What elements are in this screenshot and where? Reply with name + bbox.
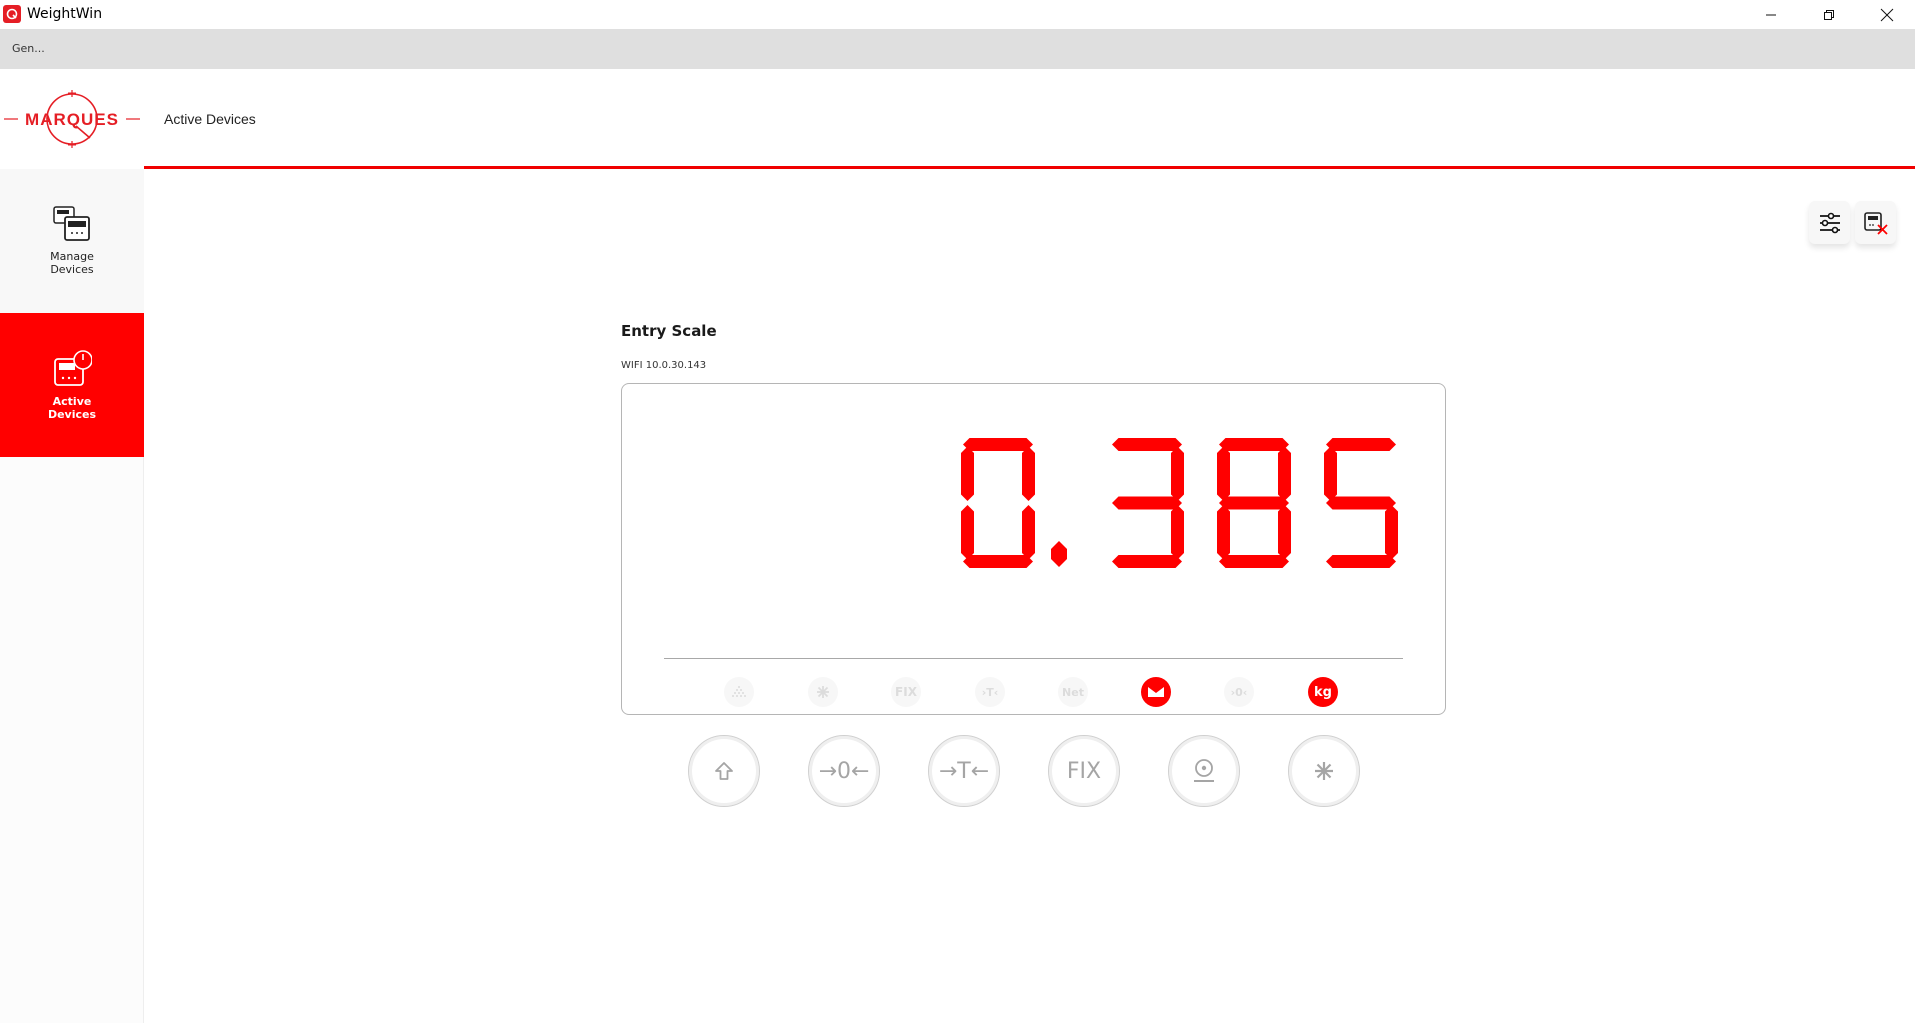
digit-segment-d (1219, 555, 1289, 568)
function-key-button[interactable] (1288, 735, 1360, 807)
logo-text: MARQUES (25, 110, 119, 129)
indicator-star (808, 677, 838, 707)
shift-key-button[interactable] (688, 735, 760, 807)
minimize-button[interactable] (1748, 0, 1794, 29)
digit-segment-c (1278, 505, 1291, 560)
target-underline-icon (1194, 759, 1214, 782)
settings-button[interactable] (1809, 201, 1850, 244)
device-remove-icon (1863, 211, 1888, 235)
indicator-fix: FIX (891, 677, 921, 707)
sidebar-item-active-devices[interactable]: Active Devices (0, 313, 144, 457)
header: MARQUES Active Devices (0, 69, 1915, 169)
minimize-icon (1766, 14, 1776, 15)
sliders-icon (1819, 212, 1840, 233)
restore-icon (1824, 9, 1834, 20)
page-title: Active Devices (164, 111, 256, 127)
manage-devices-icon (53, 206, 90, 241)
menu-bar: Gen... (0, 29, 1915, 69)
digit-segment-b (1022, 446, 1035, 501)
label-line: Devices (47, 408, 97, 421)
digit-segment-e (961, 505, 974, 560)
digit-segment-c (1171, 505, 1184, 560)
digit-segment-f (1217, 446, 1230, 501)
device-name: Entry Scale (621, 322, 717, 340)
asterisk-icon (1315, 762, 1333, 780)
digit-segment-b (1171, 446, 1184, 501)
indicator-stable (1141, 677, 1171, 707)
label-line: Active (52, 395, 92, 408)
key-label: FIX (1066, 758, 1102, 784)
weight-display: FIX ›T‹ Net ›0‹ kg (621, 383, 1446, 715)
title-bar: WeightWin (0, 0, 1915, 29)
device-connection: WIFI 10.0.30.143 (621, 360, 707, 371)
indicator-net: Net (1058, 677, 1088, 707)
active-devices-icon (54, 350, 92, 386)
key-label: →0← (818, 758, 870, 784)
digit-segment-d (963, 555, 1033, 568)
digit-segment-g (1326, 496, 1396, 510)
sidebar: Manage Devices Active Devices (0, 169, 144, 1023)
digit (961, 438, 1035, 568)
tare-key-button[interactable]: →T← (928, 735, 1000, 807)
sidebar-item-manage-devices[interactable]: Manage Devices (0, 169, 144, 313)
digit-segment-f (961, 446, 974, 501)
indicator-zero: ›0‹ (1224, 677, 1254, 707)
digit-segment-e (1217, 505, 1230, 560)
menu-item-general[interactable]: Gen... (12, 42, 45, 55)
digit (1217, 438, 1291, 568)
stable-icon (1148, 687, 1164, 697)
digit-segment-g (1112, 496, 1182, 510)
label-line: Manage (50, 250, 94, 263)
digit-segment-d (1112, 555, 1182, 568)
marques-logo: MARQUES (2, 88, 142, 150)
digit-segment-a (1112, 438, 1182, 451)
decimal-point-segment (1051, 541, 1067, 567)
asterisk-icon (817, 686, 829, 698)
disconnect-device-button[interactable] (1855, 201, 1896, 244)
key-label: →T← (938, 758, 990, 784)
header-accent-line (144, 166, 1915, 169)
digit-segment-d (1326, 555, 1396, 568)
digit-segment-f (1324, 446, 1337, 501)
digit (1112, 438, 1184, 568)
app-logo-icon (3, 5, 21, 23)
zero-key-button[interactable]: →0← (808, 735, 880, 807)
digit-segment-a (1326, 438, 1396, 451)
digit-segment-c (1022, 505, 1035, 560)
digit-segment-c (1385, 505, 1398, 560)
close-icon (1880, 8, 1894, 21)
fix-key-button[interactable]: FIX (1048, 735, 1120, 807)
print-key-button[interactable] (1168, 735, 1240, 807)
digit-segment-a (963, 438, 1033, 451)
digit-segment-g (1219, 496, 1289, 510)
digit (1324, 438, 1398, 568)
sidebar-item-label: Active Devices (48, 395, 96, 421)
sidebar-item-label: Manage Devices (50, 250, 94, 276)
close-button[interactable] (1864, 0, 1910, 29)
indicator-unit-kg: kg (1308, 677, 1338, 707)
weight-readout (961, 438, 1398, 568)
digit-segment-a (1219, 438, 1289, 451)
indicator-range (724, 677, 754, 707)
restore-button[interactable] (1806, 0, 1852, 29)
label-line: Devices (50, 263, 94, 276)
window-title: WeightWin (27, 6, 103, 22)
arrow-up-outline-icon (715, 762, 733, 780)
display-divider (664, 658, 1403, 659)
indicator-tare: ›T‹ (975, 677, 1005, 707)
weightwin-window: WeightWin Gen... MARQUES Active Devices … (0, 0, 1915, 1023)
decimal-point (1051, 541, 1067, 567)
digit-segment-b (1278, 446, 1291, 501)
dots-triangle-icon (732, 686, 746, 697)
